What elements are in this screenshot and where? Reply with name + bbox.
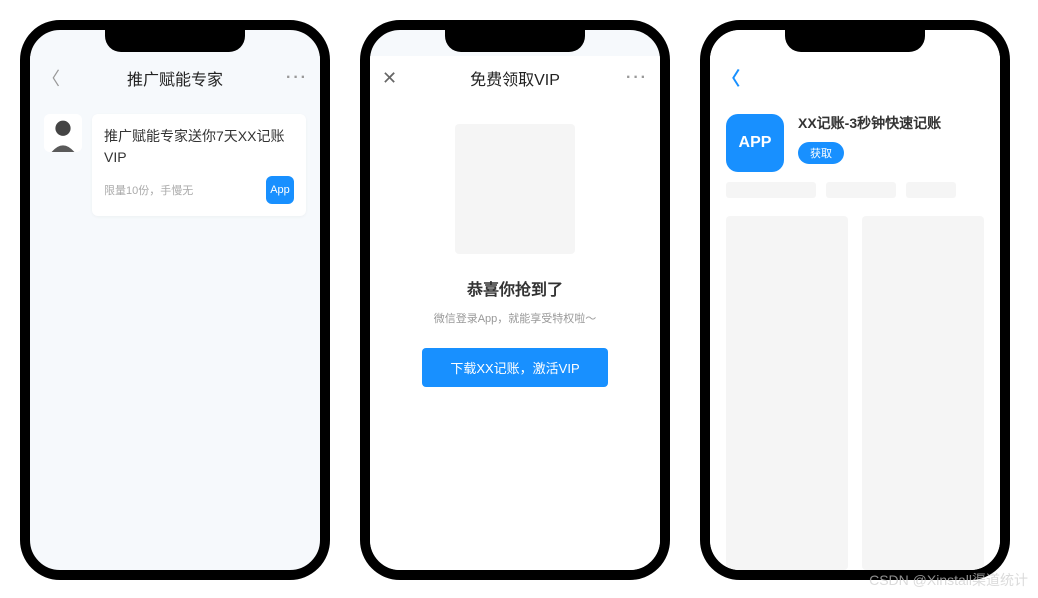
app-icon[interactable]: APP — [726, 114, 784, 172]
screenshot-placeholder[interactable] — [726, 216, 848, 570]
screenshot-row — [710, 198, 1000, 570]
avatar[interactable] — [44, 114, 82, 152]
success-subtitle: 微信登录App，就能享受特权啦～ — [434, 310, 597, 326]
chat-message: 推广赋能专家送你7天XX记账VIP 限量10份，手慢无 App — [30, 100, 320, 230]
get-button[interactable]: 获取 — [798, 142, 844, 164]
nav-bar: 〈 — [710, 56, 1000, 100]
tab-placeholder[interactable] — [726, 182, 816, 198]
phone-2: ✕ 免费领取VIP ··· 恭喜你抢到了 微信登录App，就能享受特权啦～ 下载… — [360, 20, 670, 580]
success-title: 恭喜你抢到了 — [467, 276, 563, 300]
phone-3: 〈 APP XX记账-3秒钟快速记账 获取 — [700, 20, 1010, 580]
app-name: XX记账-3秒钟快速记账 — [798, 114, 984, 132]
share-card[interactable]: 推广赋能专家送你7天XX记账VIP 限量10份，手慢无 App — [92, 114, 306, 216]
more-button[interactable]: ··· — [626, 69, 648, 87]
nav-title: 推广赋能专家 — [127, 66, 223, 90]
back-button[interactable]: 〈 — [722, 65, 754, 91]
screen-2: ✕ 免费领取VIP ··· 恭喜你抢到了 微信登录App，就能享受特权啦～ 下载… — [370, 30, 660, 570]
notch — [445, 30, 585, 52]
screen-3: 〈 APP XX记账-3秒钟快速记账 获取 — [710, 30, 1000, 570]
chevron-left-icon: 〈 — [722, 65, 740, 91]
app-header: APP XX记账-3秒钟快速记账 获取 — [710, 100, 1000, 182]
tab-row — [710, 182, 1000, 198]
screenshot-placeholder[interactable] — [862, 216, 984, 570]
nav-bar: ✕ 免费领取VIP ··· — [370, 56, 660, 100]
notch — [785, 30, 925, 52]
nav-title: 免费领取VIP — [470, 66, 560, 90]
content: 恭喜你抢到了 微信登录App，就能享受特权啦～ 下载XX记账，激活VIP — [370, 100, 660, 570]
card-footer: 限量10份，手慢无 App — [104, 176, 294, 204]
chevron-left-icon: 〈 — [42, 65, 60, 91]
tab-placeholder[interactable] — [826, 182, 896, 198]
card-title: 推广赋能专家送你7天XX记账VIP — [104, 126, 294, 168]
app-badge: App — [266, 176, 294, 204]
tab-placeholder[interactable] — [906, 182, 956, 198]
card-subtitle: 限量10份，手慢无 — [104, 182, 193, 198]
image-placeholder — [455, 124, 575, 254]
download-button[interactable]: 下载XX记账，激活VIP — [422, 348, 607, 387]
phone-1: 〈 推广赋能专家 ··· 推广赋能专家送你7天XX记账VIP 限量10份，手慢无… — [20, 20, 330, 580]
notch — [105, 30, 245, 52]
more-button[interactable]: ··· — [286, 69, 308, 87]
back-button[interactable]: 〈 — [42, 65, 74, 91]
nav-bar: 〈 推广赋能专家 ··· — [30, 56, 320, 100]
close-icon: ✕ — [382, 68, 397, 89]
close-button[interactable]: ✕ — [382, 68, 414, 89]
app-meta: XX记账-3秒钟快速记账 获取 — [798, 114, 984, 172]
screen-1: 〈 推广赋能专家 ··· 推广赋能专家送你7天XX记账VIP 限量10份，手慢无… — [30, 30, 320, 570]
